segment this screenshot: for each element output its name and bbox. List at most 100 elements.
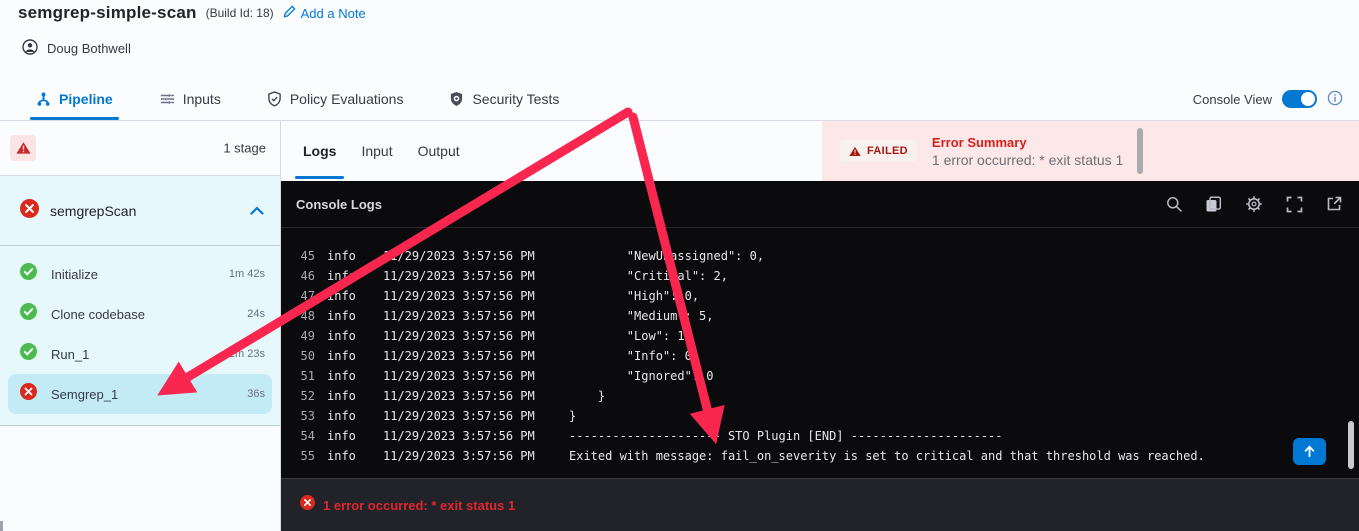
gear-icon[interactable] xyxy=(1245,195,1263,213)
external-link-icon[interactable] xyxy=(1326,196,1342,212)
line-number: 48 xyxy=(300,309,315,323)
console-scrollbar-thumb[interactable] xyxy=(1348,421,1354,469)
console-error-footer: 1 error occurred: * exit status 1 xyxy=(281,478,1359,531)
warning-triangle-icon xyxy=(849,146,861,156)
step-name: Semgrep_1 xyxy=(51,386,119,402)
step-name: Initialize xyxy=(51,266,98,282)
log-message: "Info": 0, xyxy=(569,349,700,363)
log-message: "Ignored": 0 xyxy=(569,369,714,383)
step-details-panel: Logs Input Output FAILED Error Summary 1… xyxy=(281,121,1359,531)
tab-output[interactable]: Output xyxy=(418,121,460,181)
log-message: "Low": 1, xyxy=(569,329,692,343)
pipeline-execution-page: semgrep-simple-scan (Build Id: 18) Add a… xyxy=(0,0,1359,531)
tab-security-tests-label: Security Tests xyxy=(472,91,560,107)
log-lines: 45 info 11/29/2023 3:57:56 PM "NewUnassign… xyxy=(281,228,1359,466)
search-icon[interactable] xyxy=(1166,196,1182,212)
line-number: 54 xyxy=(300,429,315,443)
step-name: Clone codebase xyxy=(51,306,145,322)
inputs-icon xyxy=(159,92,175,106)
log-level: info xyxy=(327,289,356,303)
stage-row-semgrepscan[interactable]: semgrepScan xyxy=(0,176,280,246)
line-number: 45 xyxy=(300,249,315,263)
triggered-by-user: Doug Bothwell xyxy=(47,41,131,56)
execution-sidebar: 1 stage semgrepScan Initialize 1m 42s Cl… xyxy=(0,121,281,531)
log-line: 50 info 11/29/2023 3:57:56 PM "Info": 0, xyxy=(281,346,1359,366)
step-duration: 1m 42s xyxy=(228,268,265,280)
steps-list: Initialize 1m 42s Clone codebase 24s Run… xyxy=(0,246,280,426)
step-row-clone-codebase[interactable]: Clone codebase 24s xyxy=(8,294,272,334)
copy-icon[interactable] xyxy=(1205,195,1222,213)
tab-security-tests[interactable]: Security Tests xyxy=(449,78,559,120)
log-message: "High": 0, xyxy=(569,289,700,303)
log-timestamp: 11/29/2023 3:57:56 PM xyxy=(383,309,535,323)
error-circle-icon xyxy=(300,495,315,515)
step-duration: 36s xyxy=(247,388,265,400)
warning-triangle-icon xyxy=(15,142,31,154)
log-message: "Critical": 2, xyxy=(569,269,728,283)
tab-pipeline[interactable]: Pipeline xyxy=(30,78,119,120)
tab-output-label: Output xyxy=(417,143,460,159)
console-header: Console Logs xyxy=(281,181,1359,228)
scroll-to-top-button[interactable] xyxy=(1293,438,1326,465)
log-timestamp: 11/29/2023 3:57:56 PM xyxy=(383,429,535,443)
info-icon[interactable] xyxy=(1327,90,1343,109)
log-timestamp: 11/29/2023 3:57:56 PM xyxy=(383,289,535,303)
error-summary-scrollbar[interactable] xyxy=(1137,128,1143,174)
tab-inputs[interactable]: Inputs xyxy=(159,78,221,120)
log-message: "Medium": 5, xyxy=(569,309,714,323)
line-number: 55 xyxy=(300,449,315,463)
log-timestamp: 11/29/2023 3:57:56 PM xyxy=(383,249,535,263)
log-level: info xyxy=(327,349,356,363)
add-note-button[interactable]: Add a Note xyxy=(283,5,366,21)
nav-tab-bar: Pipeline Inputs Policy Evaluations Secur… xyxy=(0,78,1359,121)
user-avatar-icon xyxy=(22,39,38,58)
line-number: 50 xyxy=(300,349,315,363)
log-level: info xyxy=(327,409,356,423)
log-message: } xyxy=(569,409,577,423)
log-line: 46 info 11/29/2023 3:57:56 PM "Critical": … xyxy=(281,266,1359,286)
tab-inputs-label: Inputs xyxy=(182,91,221,107)
log-message: } xyxy=(569,389,606,403)
fullscreen-icon[interactable] xyxy=(1286,196,1303,213)
pencil-icon xyxy=(283,5,296,21)
step-row-semgrep-1[interactable]: Semgrep_1 36s xyxy=(8,374,272,414)
log-timestamp: 11/29/2023 3:57:56 PM xyxy=(383,389,535,403)
log-line: 55 info 11/29/2023 3:57:56 PM Exited with m… xyxy=(281,446,1359,466)
tab-policy-evaluations-label: Policy Evaluations xyxy=(289,91,404,107)
success-check-icon xyxy=(20,303,37,325)
console-view-toggle[interactable] xyxy=(1282,90,1317,108)
console-view-label: Console View xyxy=(1192,91,1272,107)
tab-logs-label: Logs xyxy=(303,143,337,159)
tab-logs[interactable]: Logs xyxy=(294,121,346,181)
log-message: Exited with message: fail_on_severity is… xyxy=(569,449,1205,463)
chevron-up-icon[interactable] xyxy=(250,206,264,215)
line-number: 49 xyxy=(300,329,315,343)
failed-status-badge: FAILED xyxy=(840,140,917,162)
log-level: info xyxy=(327,369,356,383)
line-number: 47 xyxy=(300,289,315,303)
page-title: semgrep-simple-scan xyxy=(18,3,197,22)
log-line: 48 info 11/29/2023 3:57:56 PM "Medium": 5, xyxy=(281,306,1359,326)
sidebar-empty-area xyxy=(0,426,280,531)
log-line: 49 info 11/29/2023 3:57:56 PM "Low": 1, xyxy=(281,326,1359,346)
log-line: 45 info 11/29/2023 3:57:56 PM "NewUnassign… xyxy=(281,246,1359,266)
error-summary-panel: FAILED Error Summary 1 error occurred: *… xyxy=(822,121,1359,181)
error-summary-message: 1 error occurred: * exit status 1 xyxy=(931,151,1124,168)
success-check-icon xyxy=(20,343,37,365)
build-id: (Build Id: 18) xyxy=(205,6,274,20)
step-row-initialize[interactable]: Initialize 1m 42s xyxy=(8,254,272,294)
log-level: info xyxy=(327,429,356,443)
security-shield-icon xyxy=(449,91,464,107)
log-timestamp: 11/29/2023 3:57:56 PM xyxy=(383,349,535,363)
tab-policy-evaluations[interactable]: Policy Evaluations xyxy=(267,78,404,120)
policy-shield-check-icon xyxy=(267,91,282,107)
log-line: 54 info 11/29/2023 3:57:56 PM -------------… xyxy=(281,426,1359,446)
error-circle-icon xyxy=(20,383,37,405)
error-summary-title: Error Summary xyxy=(931,134,1027,150)
step-duration: 2m 23s xyxy=(228,348,265,360)
tab-input[interactable]: Input xyxy=(361,121,392,181)
footer-error-message: 1 error occurred: * exit status 1 xyxy=(323,497,516,513)
step-row-run-1[interactable]: Run_1 2m 23s xyxy=(8,334,272,374)
log-level: info xyxy=(327,269,356,283)
stage-failed-warning-badge xyxy=(10,135,36,161)
